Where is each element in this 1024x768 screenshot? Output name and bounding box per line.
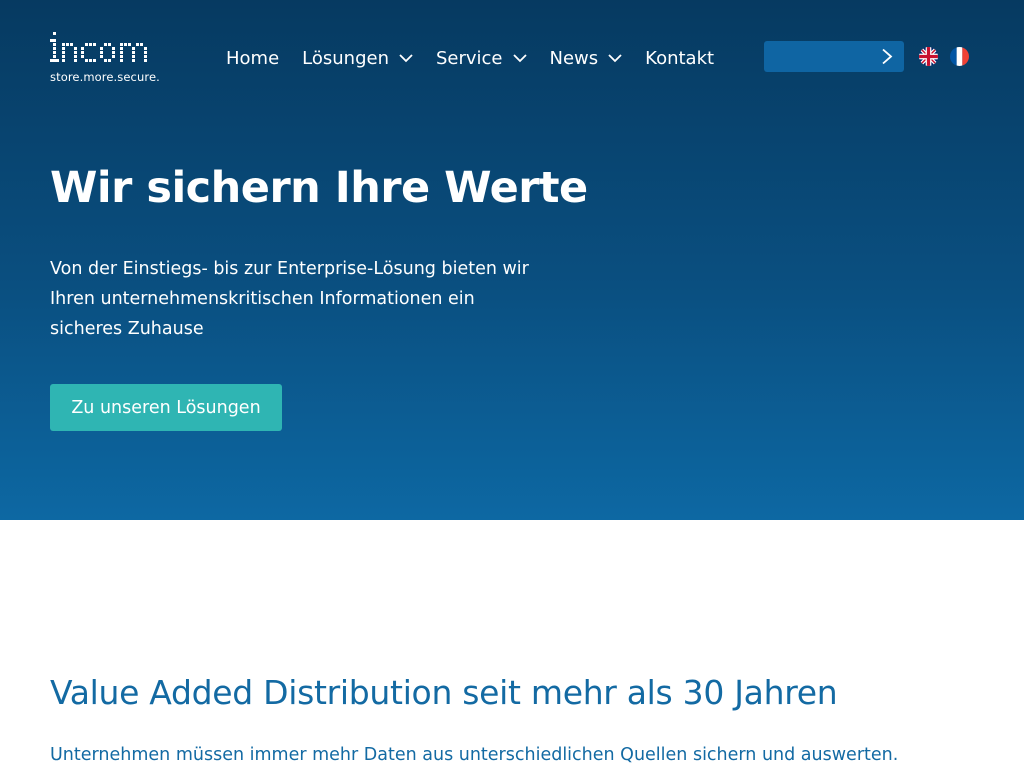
search-input[interactable] — [772, 46, 872, 67]
chevron-down-icon — [512, 53, 527, 62]
chevron-down-icon — [608, 53, 622, 62]
logo-tagline: store.more.secure. — [50, 70, 160, 84]
nav-item-label: Home — [226, 47, 280, 69]
nav-item-loesungen[interactable]: Lösungen — [302, 48, 413, 69]
incom-logo-icon — [50, 32, 147, 62]
nav-item-kontakt[interactable]: Kontakt — [645, 48, 714, 69]
solutions-cta-button[interactable]: Zu unseren Lösungen — [50, 384, 282, 431]
chevron-down-icon — [399, 53, 413, 62]
hero-section: store.more.secure. Home Lösungen Service… — [0, 0, 1024, 520]
nav-item-service[interactable]: Service — [436, 48, 527, 69]
nav-item-label: Lösungen — [302, 47, 389, 69]
nav-item-home[interactable]: Home — [226, 48, 279, 69]
nav-item-label: Service — [435, 47, 503, 69]
hero-text: Von der Einstiegs- bis zur Enterprise-Lö… — [50, 259, 529, 339]
section-text: Unternehmen müssen immer mehr Daten aus … — [50, 745, 899, 765]
nav-item-label: Kontakt — [645, 47, 715, 69]
main-nav: Home Lösungen Service News Kontakt — [226, 44, 714, 72]
france-flag-icon[interactable] — [950, 47, 969, 66]
nav-item-news[interactable]: News — [550, 48, 623, 69]
hero-title: Wir sichern Ihre Werte — [50, 163, 588, 213]
logo[interactable]: store.more.secure. — [50, 32, 170, 88]
uk-flag-icon[interactable] — [919, 47, 938, 66]
search-box — [764, 41, 904, 72]
section-title: Value Added Distribution seit mehr als 3… — [50, 673, 838, 712]
chevron-right-icon[interactable] — [880, 48, 894, 65]
nav-item-label: News — [549, 47, 599, 69]
